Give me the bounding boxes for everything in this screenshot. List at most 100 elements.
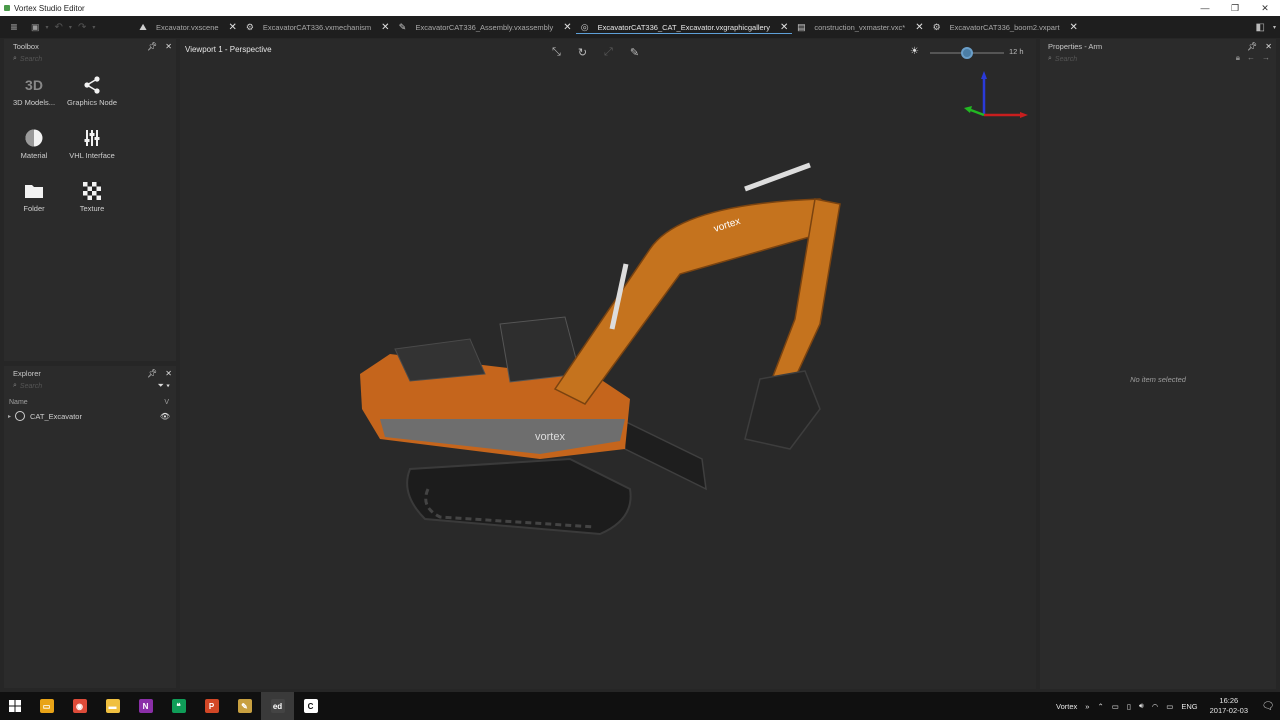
- toolbox-item-3d-models[interactable]: 3D 3D Models...: [5, 73, 63, 107]
- document-tab[interactable]: ⚙ ExcavatorCAT336.vxmechanism ✕: [241, 16, 394, 38]
- hamburger-menu-icon[interactable]: ≡: [0, 16, 28, 38]
- app-glyph: ◉: [72, 699, 87, 713]
- tab-label: construction_vxmaster.vxc*: [814, 22, 906, 32]
- tray-power-icon[interactable]: ▯: [1123, 702, 1135, 711]
- column-name[interactable]: Name: [9, 399, 28, 406]
- layout-menu[interactable]: ◧ ▾: [1252, 16, 1280, 38]
- document-tab[interactable]: ⚙ ExcavatorCAT336_boom2.vxpart ✕: [928, 16, 1082, 38]
- visibility-eye-icon[interactable]: 👁︎: [160, 412, 170, 421]
- translate-tool-icon[interactable]: ⤡: [552, 46, 561, 59]
- taskbar-app-vortex-player-icon[interactable]: C: [294, 692, 327, 720]
- tray-vortex-label[interactable]: Vortex: [1052, 702, 1081, 711]
- save-dropdown-icon[interactable]: ▾: [43, 16, 52, 38]
- app-glyph: N: [138, 699, 153, 713]
- redo-icon[interactable]: ↷: [75, 16, 89, 38]
- toolbox-item-label: Material: [20, 151, 48, 160]
- taskbar-app-powerpoint-icon[interactable]: P: [195, 692, 228, 720]
- document-tab[interactable]: ▤ construction_vxmaster.vxc* ✕: [792, 16, 927, 38]
- close-icon[interactable]: ✕: [1265, 42, 1272, 51]
- rotate-tool-icon[interactable]: ↻: [578, 46, 587, 59]
- taskbar-app-vortex-editor-icon[interactable]: ed: [261, 692, 294, 720]
- clock-time: 16:26: [1219, 696, 1239, 705]
- taskbar-apps: ▭ ◉ ▬ N ❝ P ✎ ed C: [30, 692, 327, 720]
- tray-network-icon[interactable]: ◠: [1148, 702, 1163, 711]
- tab-label: ExcavatorCAT336_boom2.vxpart: [949, 22, 1060, 32]
- restore-button[interactable]: ❐: [1220, 0, 1250, 16]
- redo-dropdown-icon[interactable]: ▾: [89, 16, 98, 38]
- tree-row[interactable]: ▸ CAT_Excavator 👁︎: [4, 409, 176, 423]
- pin-icon[interactable]: 📌︎: [147, 369, 157, 378]
- undo-dropdown-icon[interactable]: ▾: [66, 16, 75, 38]
- forward-arrow-icon[interactable]: →: [1262, 53, 1270, 63]
- tab-type-icon: ⛰: [139, 21, 147, 32]
- axis-gizmo: [964, 71, 1028, 118]
- document-tab[interactable]: ◎ ExcavatorCAT336_CAT_Excavator.vxgraphic…: [575, 16, 793, 38]
- toolbox-item-texture[interactable]: Texture: [63, 179, 121, 213]
- excavator-model[interactable]: vortex vortex: [350, 149, 870, 549]
- windows-start-icon[interactable]: [0, 692, 30, 720]
- tray-language[interactable]: ENG: [1177, 702, 1201, 711]
- layout-icon[interactable]: ◧: [1252, 22, 1269, 33]
- properties-search-input[interactable]: ⌕ Search 🔒︎ ← →: [1040, 53, 1276, 65]
- close-window-button[interactable]: ✕: [1250, 0, 1280, 16]
- 3d-viewport[interactable]: Viewport 1 - Perspective ⤡ ↻ ⤢ ✎ ☀ 12 h …: [180, 39, 1036, 689]
- material-icon: [5, 126, 63, 150]
- lock-icon[interactable]: 🔒︎: [1236, 53, 1240, 63]
- tray-clock[interactable]: 16:26 2017-02-03: [1202, 696, 1256, 716]
- close-icon[interactable]: ✕: [165, 42, 172, 51]
- explorer-title: Explorer: [13, 368, 41, 378]
- back-arrow-icon[interactable]: ←: [1247, 53, 1255, 63]
- tab-close-icon[interactable]: ✕: [229, 22, 237, 33]
- layout-dropdown-icon[interactable]: ▾: [1269, 24, 1280, 31]
- app-glyph: ed: [270, 699, 285, 713]
- slider-knob[interactable]: [961, 47, 973, 59]
- app-icon: [4, 5, 10, 11]
- tab-close-icon[interactable]: ✕: [381, 22, 389, 33]
- tab-close-icon[interactable]: ✕: [780, 22, 788, 33]
- tray-battery-icon[interactable]: ▭: [1162, 702, 1177, 711]
- tab-type-icon: ◎: [580, 21, 589, 32]
- document-tab[interactable]: ✎ ExcavatorCAT336_Assembly.vxassembly ✕: [394, 16, 576, 38]
- taskbar-app-paint-icon[interactable]: ✎: [228, 692, 261, 720]
- toolbox-item-folder[interactable]: Folder: [5, 179, 63, 213]
- save-icon[interactable]: ▣: [28, 16, 43, 38]
- taskbar-app-file-explorer-icon[interactable]: ▬: [96, 692, 129, 720]
- taskbar-app-onenote-icon[interactable]: N: [129, 692, 162, 720]
- edit-pen-icon[interactable]: ✎: [630, 46, 639, 59]
- minimize-button[interactable]: —: [1190, 0, 1220, 16]
- tab-close-icon[interactable]: ✕: [915, 22, 923, 33]
- checker-icon: [63, 179, 121, 203]
- pin-icon[interactable]: 📌︎: [147, 42, 157, 51]
- share-icon: [63, 73, 121, 97]
- filter-icon[interactable]: ⏷ ▾: [157, 381, 170, 391]
- toolbox-item-material[interactable]: Material: [5, 126, 63, 160]
- window-title: Vortex Studio Editor: [14, 3, 85, 13]
- taskbar-app-hangouts-icon[interactable]: ❝: [162, 692, 195, 720]
- undo-icon[interactable]: ↶: [52, 16, 66, 38]
- tray-volume-icon[interactable]: 🔊︎: [1135, 701, 1148, 711]
- tab-close-icon[interactable]: ✕: [563, 22, 571, 33]
- toolbox-item-graphics-node[interactable]: Graphics Node: [63, 73, 121, 107]
- notifications-icon[interactable]: 🗨︎: [1256, 701, 1280, 712]
- pin-icon[interactable]: 📌︎: [1247, 42, 1257, 51]
- explorer-panel: Explorer 📌︎ ✕ ⌕ Search ⏷ ▾ Name V ▸ CAT_…: [4, 366, 176, 688]
- tab-close-icon[interactable]: ✕: [1070, 22, 1078, 33]
- time-of-day-slider[interactable]: [930, 47, 1004, 59]
- scale-tool-icon[interactable]: ⤢: [604, 46, 613, 59]
- document-tab[interactable]: ⛰ Excavator.vxscene ✕: [134, 16, 241, 38]
- title-bar: Vortex Studio Editor — ❐ ✕: [0, 0, 1280, 16]
- taskbar-app-explorer-icon[interactable]: ▭: [30, 692, 63, 720]
- expand-caret-icon[interactable]: ▸: [8, 413, 11, 420]
- folder-icon: [5, 179, 63, 203]
- tray-chevron-up-icon[interactable]: ⌃: [1093, 702, 1107, 711]
- taskbar-app-chrome-icon[interactable]: ◉: [63, 692, 96, 720]
- column-visibility[interactable]: V: [164, 399, 169, 406]
- tray-overflow-icon[interactable]: »: [1081, 702, 1093, 711]
- brand-decal: vortex: [535, 431, 565, 443]
- toolbox-item-vhl-interface[interactable]: VHL Interface: [63, 126, 121, 160]
- toolbox-search-input[interactable]: ⌕ Search: [4, 53, 176, 65]
- explorer-search-input[interactable]: ⌕ Search ⏷ ▾: [4, 380, 176, 392]
- tray-device-icon[interactable]: ▭: [1108, 702, 1123, 711]
- close-icon[interactable]: ✕: [165, 369, 172, 378]
- app-glyph: ✎: [237, 699, 252, 713]
